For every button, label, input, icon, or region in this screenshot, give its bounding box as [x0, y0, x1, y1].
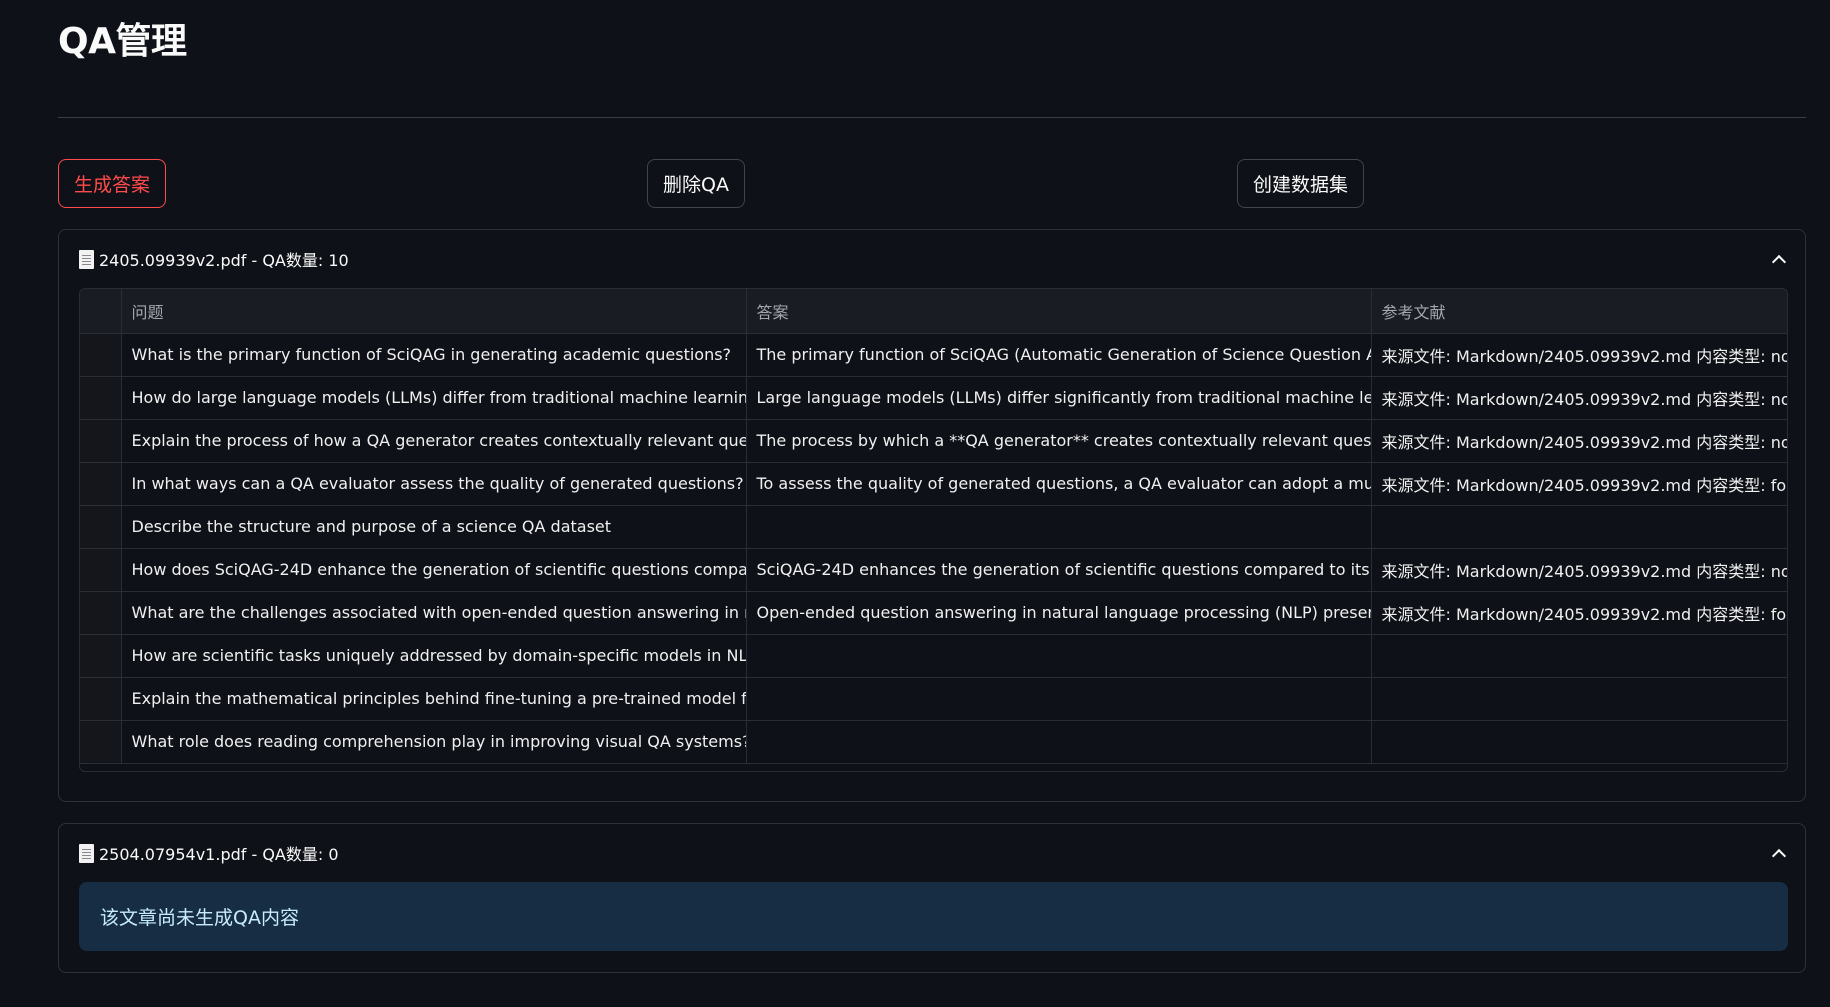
- delete-qa-button[interactable]: 删除QA: [647, 159, 745, 208]
- row-index-cell[interactable]: [80, 333, 122, 377]
- row-index-cell[interactable]: [80, 634, 122, 678]
- chevron-up-icon[interactable]: [1771, 252, 1785, 266]
- question-cell[interactable]: How are scientific tasks uniquely addres…: [121, 634, 747, 678]
- row-index-cell[interactable]: [80, 591, 122, 635]
- answer-cell[interactable]: SciQAG-24D enhances the generation of sc…: [746, 548, 1372, 592]
- file-expander-2: 2504.07954v1.pdf - QA数量: 0 该文章尚未生成QA内容: [58, 823, 1806, 973]
- reference-cell[interactable]: [1371, 505, 1787, 549]
- reference-cell[interactable]: 来源文件: Markdown/2405.09939v2.md 内容类型: nor…: [1371, 419, 1787, 463]
- table-row[interactable]: How does SciQAG-24D enhance the generati…: [80, 548, 1787, 592]
- row-index-cell[interactable]: [80, 376, 122, 420]
- index-column-header: [80, 289, 122, 334]
- row-index-cell[interactable]: [80, 677, 122, 721]
- row-index-cell[interactable]: [80, 419, 122, 463]
- file-expander-header[interactable]: 2405.09939v2.pdf - QA数量: 10: [79, 244, 1785, 274]
- qa-table[interactable]: 问题 答案 参考文献 What is the primary function …: [79, 288, 1788, 772]
- question-cell[interactable]: How do large language models (LLMs) diff…: [121, 376, 747, 420]
- row-index-cell[interactable]: [80, 548, 122, 592]
- chevron-up-icon[interactable]: [1771, 846, 1785, 860]
- file-expander-title: 2405.09939v2.pdf - QA数量: 10: [99, 251, 349, 270]
- question-cell[interactable]: Describe the structure and purpose of a …: [121, 505, 747, 549]
- reference-cell[interactable]: [1371, 720, 1787, 764]
- table-row[interactable]: What are the challenges associated with …: [80, 591, 1787, 635]
- table-row[interactable]: Explain the mathematical principles behi…: [80, 677, 1787, 721]
- file-expander-header[interactable]: 2504.07954v1.pdf - QA数量: 0: [79, 838, 1785, 868]
- row-index-cell[interactable]: [80, 505, 122, 549]
- reference-cell[interactable]: [1371, 677, 1787, 721]
- answer-cell[interactable]: To assess the quality of generated quest…: [746, 462, 1372, 506]
- question-cell[interactable]: What role does reading comprehension pla…: [121, 720, 747, 764]
- document-icon: [79, 843, 94, 863]
- reference-cell[interactable]: [1371, 634, 1787, 678]
- question-cell[interactable]: Explain the process of how a QA generato…: [121, 419, 747, 463]
- answer-cell[interactable]: [746, 677, 1372, 721]
- row-index-cell[interactable]: [80, 720, 122, 764]
- column-header-question[interactable]: 问题: [121, 289, 747, 334]
- reference-cell[interactable]: 来源文件: Markdown/2405.09939v2.md 内容类型: for…: [1371, 591, 1787, 635]
- page-title: QA管理: [58, 21, 187, 62]
- answer-cell[interactable]: [746, 720, 1372, 764]
- question-cell[interactable]: Explain the mathematical principles behi…: [121, 677, 747, 721]
- create-dataset-button[interactable]: 创建数据集: [1237, 159, 1365, 208]
- file-expander-title: 2504.07954v1.pdf - QA数量: 0: [99, 845, 339, 864]
- reference-cell[interactable]: 来源文件: Markdown/2405.09939v2.md 内容类型: for…: [1371, 462, 1787, 506]
- reference-cell[interactable]: 来源文件: Markdown/2405.09939v2.md 内容类型: nor…: [1371, 376, 1787, 420]
- answer-cell[interactable]: The process by which a **QA generator** …: [746, 419, 1372, 463]
- answer-cell[interactable]: [746, 505, 1372, 549]
- answer-cell[interactable]: The primary function of SciQAG (Automati…: [746, 333, 1372, 377]
- question-cell[interactable]: In what ways can a QA evaluator assess t…: [121, 462, 747, 506]
- table-row[interactable]: What is the primary function of SciQAG i…: [80, 333, 1787, 377]
- table-row[interactable]: Describe the structure and purpose of a …: [80, 505, 1787, 549]
- table-row[interactable]: In what ways can a QA evaluator assess t…: [80, 462, 1787, 506]
- info-alert: 该文章尚未生成QA内容: [79, 882, 1788, 951]
- table-row[interactable]: What role does reading comprehension pla…: [80, 720, 1787, 764]
- reference-cell[interactable]: 来源文件: Markdown/2405.09939v2.md 内容类型: nor…: [1371, 548, 1787, 592]
- document-icon: [79, 249, 94, 269]
- answer-cell[interactable]: [746, 634, 1372, 678]
- question-cell[interactable]: What are the challenges associated with …: [121, 591, 747, 635]
- answer-cell[interactable]: Large language models (LLMs) differ sign…: [746, 376, 1372, 420]
- table-row[interactable]: How are scientific tasks uniquely addres…: [80, 634, 1787, 678]
- row-index-cell[interactable]: [80, 462, 122, 506]
- reference-cell[interactable]: 来源文件: Markdown/2405.09939v2.md 内容类型: nor…: [1371, 333, 1787, 377]
- question-cell[interactable]: What is the primary function of SciQAG i…: [121, 333, 747, 377]
- column-header-reference[interactable]: 参考文献: [1371, 289, 1787, 334]
- table-header-row: 问题 答案 参考文献: [80, 289, 1787, 334]
- table-row[interactable]: Explain the process of how a QA generato…: [80, 419, 1787, 463]
- table-row[interactable]: How do large language models (LLMs) diff…: [80, 376, 1787, 420]
- question-cell[interactable]: How does SciQAG-24D enhance the generati…: [121, 548, 747, 592]
- generate-answers-button[interactable]: 生成答案: [58, 159, 167, 208]
- header-divider: [58, 117, 1806, 118]
- file-expander-1: 2405.09939v2.pdf - QA数量: 10 问题 答案 参考文献 W…: [58, 229, 1806, 802]
- answer-cell[interactable]: Open-ended question answering in natural…: [746, 591, 1372, 635]
- column-header-answer[interactable]: 答案: [746, 289, 1372, 334]
